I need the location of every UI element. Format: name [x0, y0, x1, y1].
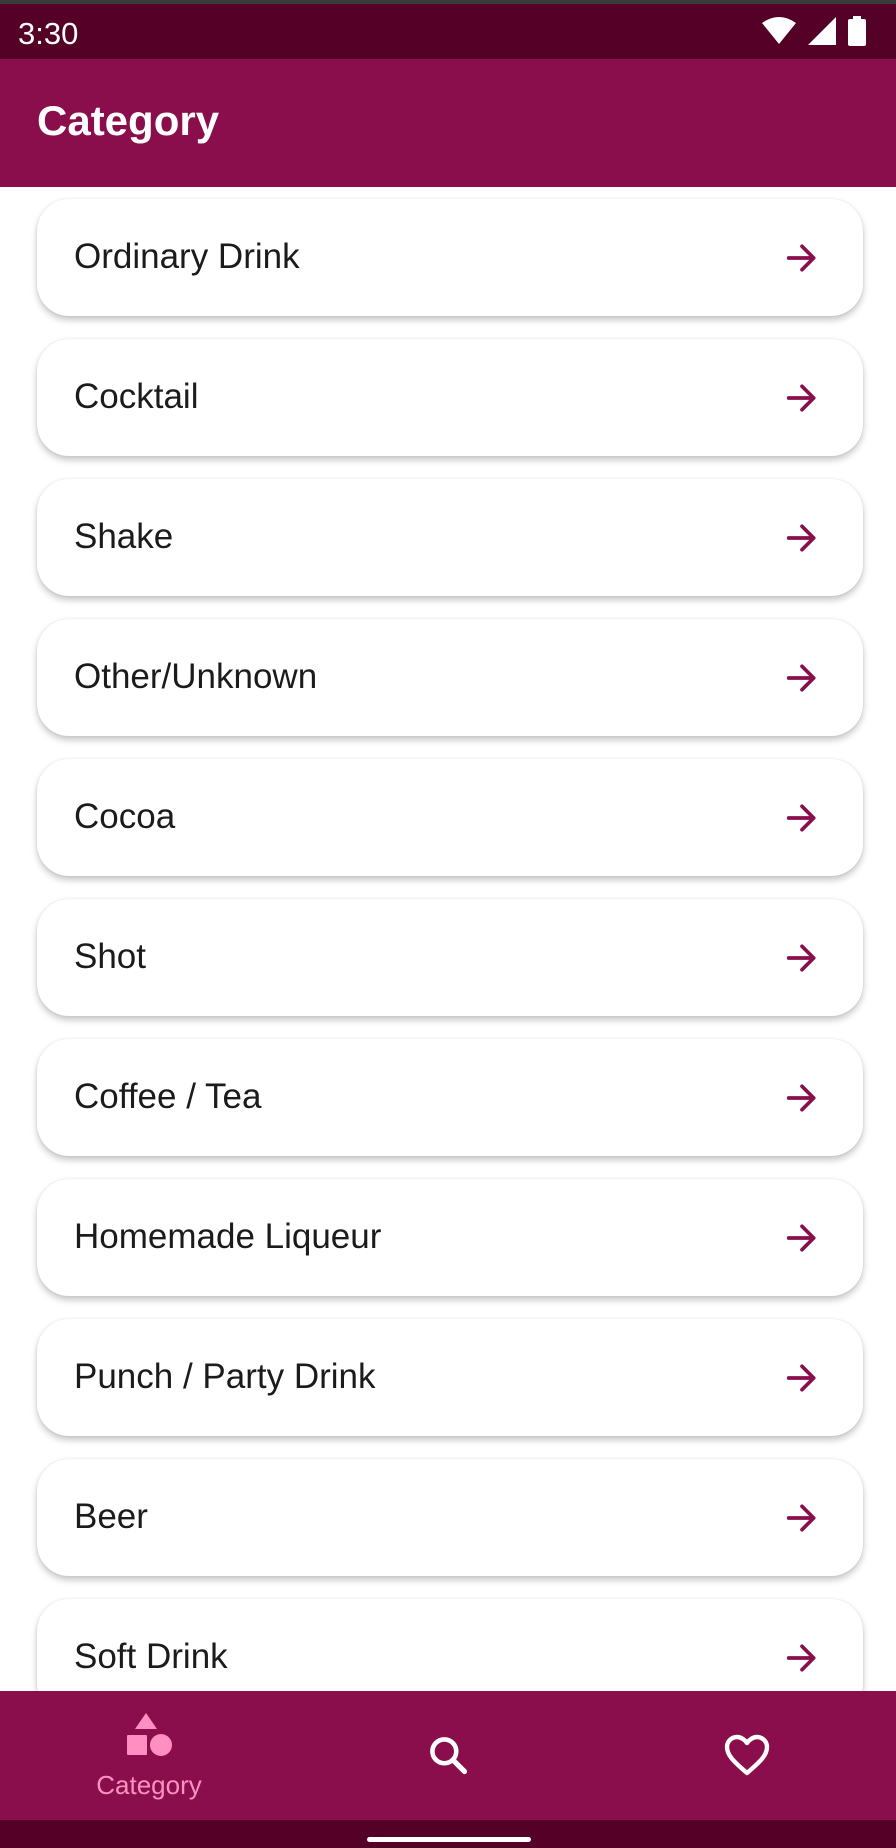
nav-label-category: Category — [96, 1770, 202, 1800]
category-label: Shake — [74, 517, 174, 556]
category-list[interactable]: Ordinary Drink Cocktail Shake Other/Unkn… — [0, 187, 896, 1691]
arrow-right-icon — [786, 804, 816, 832]
category-label: Punch / Party Drink — [74, 1357, 376, 1396]
gesture-handle[interactable] — [367, 1837, 531, 1842]
category-card[interactable]: Coffee / Tea — [37, 1039, 863, 1156]
arrow-right-icon — [786, 1644, 816, 1672]
arrow-right-icon — [786, 384, 816, 412]
category-label: Coffee / Tea — [74, 1077, 262, 1116]
heart-icon — [724, 1734, 770, 1776]
status-time: 3:30 — [18, 16, 79, 51]
status-bar: 3:30 — [0, 0, 896, 59]
category-label: Homemade Liqueur — [74, 1217, 382, 1256]
arrow-right-icon — [786, 1224, 816, 1252]
category-label: Shot — [74, 937, 146, 976]
arrow-right-icon — [786, 944, 816, 972]
nav-item-search[interactable] — [299, 1691, 597, 1820]
category-label: Ordinary Drink — [74, 237, 300, 276]
signal-icon — [808, 17, 836, 45]
category-card[interactable]: Ordinary Drink — [37, 199, 863, 316]
category-card[interactable]: Homemade Liqueur — [37, 1179, 863, 1296]
search-icon — [430, 1737, 468, 1775]
gesture-bar — [0, 1820, 896, 1848]
category-card[interactable]: Other/Unknown — [37, 619, 863, 736]
nav-item-category[interactable]: Category — [0, 1691, 298, 1820]
category-label: Cocoa — [74, 797, 176, 836]
status-icons — [762, 16, 866, 46]
nav-item-favorites[interactable] — [598, 1691, 896, 1820]
arrow-right-icon — [786, 1364, 816, 1392]
arrow-right-icon — [786, 664, 816, 692]
bottom-navigation: Category — [0, 1691, 896, 1820]
category-card[interactable]: Soft Drink — [37, 1599, 863, 1691]
battery-icon — [848, 16, 866, 46]
app-screen: 3:30 Category Ordinary Drink Cocktail Sh… — [0, 0, 896, 1848]
app-bar: Category — [0, 59, 896, 187]
category-card[interactable]: Shake — [37, 479, 863, 596]
wifi-icon — [762, 17, 796, 44]
category-card[interactable]: Beer — [37, 1459, 863, 1576]
category-card[interactable]: Shot — [37, 899, 863, 1016]
page-title: Category — [37, 97, 220, 144]
category-card[interactable]: Cocktail — [37, 339, 863, 456]
category-label: Other/Unknown — [74, 657, 318, 696]
category-label: Soft Drink — [74, 1637, 228, 1676]
arrow-right-icon — [786, 524, 816, 552]
shapes-icon — [127, 1713, 172, 1756]
arrow-right-icon — [786, 1504, 816, 1532]
category-card[interactable]: Punch / Party Drink — [37, 1319, 863, 1436]
arrow-right-icon — [786, 244, 816, 272]
arrow-right-icon — [786, 1084, 816, 1112]
category-card[interactable]: Cocoa — [37, 759, 863, 876]
category-label: Beer — [74, 1497, 148, 1536]
category-label: Cocktail — [74, 377, 199, 416]
